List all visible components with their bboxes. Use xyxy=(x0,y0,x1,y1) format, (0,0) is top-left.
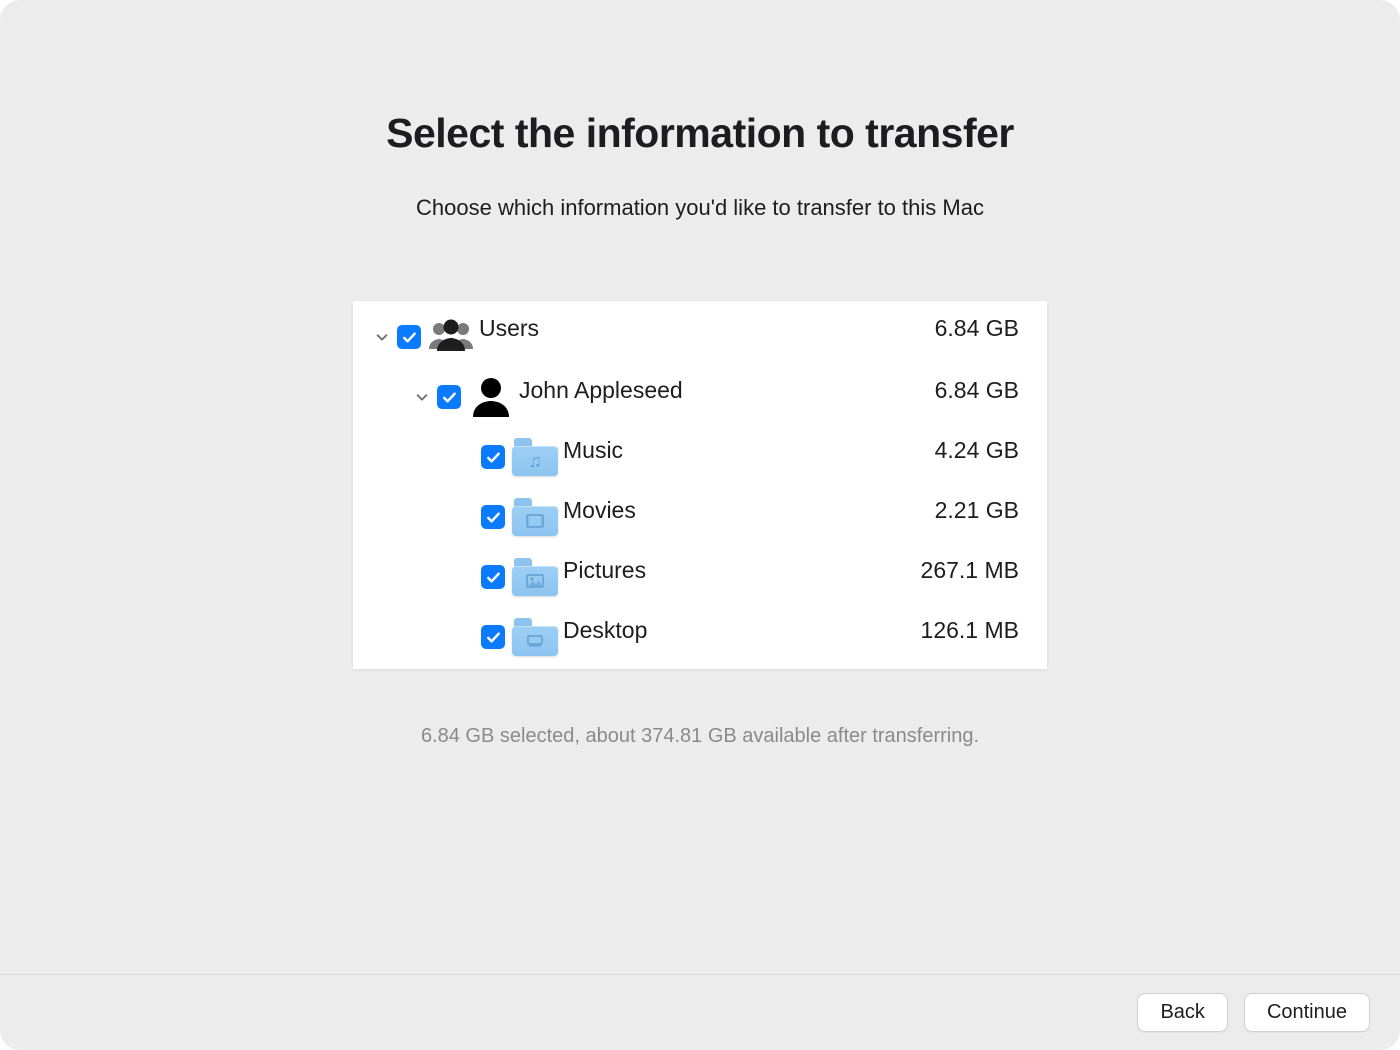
checkbox-users[interactable] xyxy=(397,325,421,349)
page-subtitle: Choose which information you'd like to t… xyxy=(416,195,984,221)
tree-item-size: 267.1 MB xyxy=(921,553,1019,584)
tree-item-size: 2.21 GB xyxy=(935,493,1019,524)
tree-item-label: Desktop xyxy=(563,613,647,644)
tree-row-folder[interactable]: Desktop 126.1 MB xyxy=(353,613,1047,661)
transfer-selection-tree: Users 6.84 GB John Appleseed xyxy=(353,301,1047,669)
tree-row-users[interactable]: Users 6.84 GB xyxy=(353,311,1047,363)
tree-row-user[interactable]: John Appleseed 6.84 GB xyxy=(353,373,1047,421)
tree-item-label: Movies xyxy=(563,493,636,524)
tree-item-label: Users xyxy=(479,311,539,342)
selection-summary: 6.84 GB selected, about 374.81 GB availa… xyxy=(421,725,979,748)
pictures-folder-icon xyxy=(511,555,559,599)
desktop-folder-icon xyxy=(511,615,559,659)
tree-row-folder[interactable]: Pictures 267.1 MB xyxy=(353,553,1047,601)
movies-folder-icon xyxy=(511,495,559,539)
tree-item-label: Music xyxy=(563,433,623,464)
page-title: Select the information to transfer xyxy=(386,110,1014,157)
tree-item-size: 6.84 GB xyxy=(935,373,1019,404)
tree-item-label: Pictures xyxy=(563,553,646,584)
checkbox-folder[interactable] xyxy=(481,565,505,589)
users-group-icon xyxy=(427,315,475,359)
checkbox-folder[interactable] xyxy=(481,625,505,649)
user-silhouette-icon xyxy=(467,375,515,419)
chevron-down-icon[interactable] xyxy=(413,388,431,406)
footer-toolbar: Back Continue xyxy=(0,974,1400,1050)
tree-item-label: John Appleseed xyxy=(519,373,683,404)
tree-item-size: 6.84 GB xyxy=(935,311,1019,342)
tree-row-folder[interactable]: ♫ Music 4.24 GB xyxy=(353,433,1047,481)
migration-assistant-window: Select the information to transfer Choos… xyxy=(0,0,1400,1050)
checkbox-user[interactable] xyxy=(437,385,461,409)
tree-item-size: 4.24 GB xyxy=(935,433,1019,464)
checkbox-folder[interactable] xyxy=(481,505,505,529)
tree-row-folder[interactable]: Movies 2.21 GB xyxy=(353,493,1047,541)
continue-button[interactable]: Continue xyxy=(1244,993,1370,1032)
main-content: Select the information to transfer Choos… xyxy=(0,0,1400,974)
chevron-down-icon[interactable] xyxy=(373,328,391,346)
back-button[interactable]: Back xyxy=(1137,993,1227,1032)
music-folder-icon: ♫ xyxy=(511,435,559,479)
tree-item-size: 126.1 MB xyxy=(921,613,1019,644)
checkbox-folder[interactable] xyxy=(481,445,505,469)
